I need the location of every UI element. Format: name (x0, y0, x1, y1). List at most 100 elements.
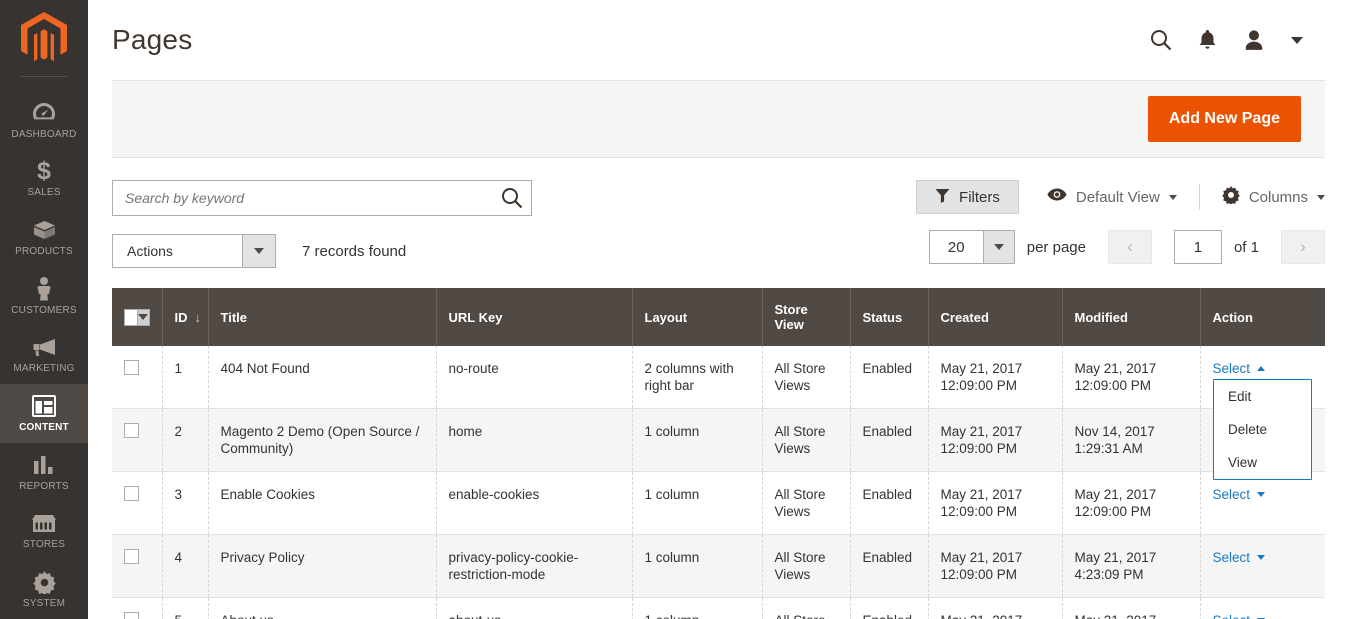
column-header-label: ID (174, 309, 188, 325)
next-page-button[interactable]: › (1281, 230, 1325, 264)
column-header-id[interactable]: ID ↓ (162, 288, 209, 346)
row-checkbox[interactable] (124, 423, 139, 438)
sidebar-item-label: CUSTOMERS (11, 304, 77, 316)
action-menu-item-edit[interactable]: Edit (1214, 380, 1311, 413)
chevron-down-icon (1257, 555, 1266, 560)
select-action-link[interactable]: Select (1213, 486, 1266, 503)
cell-action[interactable]: Select (1200, 598, 1325, 619)
sidebar-item-sales[interactable]: $ SALES (0, 150, 88, 209)
column-header-modified[interactable]: Modified (1062, 288, 1201, 346)
filters-button[interactable]: Filters (916, 180, 1019, 214)
bell-icon[interactable] (1198, 29, 1217, 51)
previous-page-button[interactable]: ‹ (1107, 230, 1152, 264)
table-row[interactable]: 5 About us about-us 1 column All Store V… (112, 597, 1325, 619)
default-view-label: Default View (1075, 188, 1160, 206)
actions-dropdown[interactable]: Actions (112, 234, 276, 268)
cell-id: 1 (162, 346, 209, 409)
default-view-dropdown[interactable]: Default View (1047, 188, 1177, 206)
cell-created: May 21, 2017 12:09:00 PM (928, 534, 1063, 598)
chevron-down-icon (1168, 194, 1177, 200)
per-page-toggle[interactable] (982, 230, 1015, 264)
user-icon[interactable] (1243, 29, 1265, 51)
table-row[interactable]: 2 Magento 2 Demo (Open Source / Communit… (112, 408, 1325, 472)
search-input[interactable] (125, 190, 501, 206)
chevron-down-icon[interactable] (1291, 36, 1303, 44)
cell-store-view: All Store Views (762, 346, 851, 409)
sidebar-item-dashboard[interactable]: DASHBOARD (0, 91, 88, 150)
column-header-status[interactable]: Status (850, 288, 929, 346)
cell-status: Enabled (850, 534, 929, 598)
cell-title: About us (208, 597, 437, 619)
column-header-layout[interactable]: Layout (632, 288, 763, 346)
row-checkbox-cell[interactable] (112, 471, 163, 535)
table-row[interactable]: 4 Privacy Policy privacy-policy-cookie-r… (112, 534, 1325, 598)
sidebar-item-stores[interactable]: STORES (0, 502, 88, 561)
page-number-input[interactable]: 1 (1173, 230, 1222, 264)
table-row[interactable]: 1 404 Not Found no-route 2 columns with … (112, 346, 1325, 409)
page-actions-bar: Add New Page (112, 80, 1325, 158)
per-page-dropdown[interactable]: 20 (928, 230, 1015, 264)
gear-icon (1222, 185, 1240, 209)
sidebar-item-marketing[interactable]: MARKETING (0, 326, 88, 385)
column-header-action: Action (1200, 288, 1325, 346)
cell-id: 2 (162, 408, 209, 472)
bar-chart-icon (33, 453, 55, 477)
cell-status: Enabled (850, 597, 929, 619)
sidebar-item-reports[interactable]: REPORTS (0, 443, 88, 502)
select-action-link[interactable]: Select (1213, 612, 1266, 619)
cell-id: 3 (162, 471, 209, 535)
table-row[interactable]: 3 Enable Cookies enable-cookies 1 column… (112, 471, 1325, 535)
cell-id: 5 (162, 597, 209, 619)
row-checkbox[interactable] (124, 360, 139, 375)
row-checkbox-cell[interactable] (112, 534, 163, 598)
dashboard-icon (32, 101, 56, 125)
page-header: Pages (88, 0, 1349, 80)
column-header-title[interactable]: Title (208, 288, 437, 346)
megaphone-icon (31, 335, 57, 359)
search-icon[interactable] (1150, 29, 1172, 51)
add-new-page-button[interactable]: Add New Page (1147, 96, 1301, 142)
select-action-link[interactable]: Select (1213, 549, 1266, 566)
cell-action[interactable]: Select (1200, 472, 1325, 535)
sidebar-item-label: MARKETING (13, 363, 75, 375)
search-icon[interactable] (501, 187, 523, 209)
sidebar: DASHBOARD $ SALES PRODUCTS CUSTOMERS MAR… (0, 0, 88, 619)
row-checkbox-cell[interactable] (112, 408, 163, 472)
sidebar-item-system[interactable]: SYSTEM (0, 560, 88, 619)
cell-action[interactable]: Select (1200, 535, 1325, 598)
action-menu-item-delete[interactable]: Delete (1214, 413, 1311, 446)
select-action-label: Select (1213, 612, 1251, 619)
columns-dropdown[interactable]: Columns (1222, 185, 1325, 209)
magento-logo-icon[interactable] (21, 12, 67, 64)
sidebar-item-products[interactable]: PRODUCTS (0, 208, 88, 267)
search-by-keyword[interactable] (112, 180, 532, 216)
column-header-select-all[interactable] (112, 288, 163, 346)
row-checkbox[interactable] (124, 486, 139, 501)
row-checkbox-cell[interactable] (112, 597, 163, 619)
sidebar-item-customers[interactable]: CUSTOMERS (0, 267, 88, 326)
cell-title: 404 Not Found (208, 346, 437, 409)
actions-dropdown-toggle[interactable] (242, 234, 276, 268)
select-all-checkbox[interactable] (124, 308, 138, 326)
cell-id: 4 (162, 534, 209, 598)
column-header-url-key[interactable]: URL Key (436, 288, 633, 346)
action-dropdown-menu[interactable]: Edit Delete View (1213, 379, 1312, 480)
action-menu-item-view[interactable]: View (1214, 446, 1311, 479)
select-all-dropdown-toggle[interactable] (137, 308, 150, 326)
admin-page: DASHBOARD $ SALES PRODUCTS CUSTOMERS MAR… (0, 0, 1349, 619)
per-page-value: 20 (928, 230, 983, 264)
row-checkbox[interactable] (124, 549, 139, 564)
sidebar-item-content[interactable]: CONTENT (0, 384, 88, 443)
row-checkbox-cell[interactable] (112, 346, 163, 409)
cell-url-key: no-route (436, 346, 633, 409)
column-header-created[interactable]: Created (928, 288, 1063, 346)
column-header-store-view[interactable]: Store View (762, 288, 851, 346)
row-checkbox[interactable] (124, 612, 139, 619)
cell-title: Magento 2 Demo (Open Source / Community) (208, 408, 437, 472)
select-action-link[interactable]: Select (1213, 360, 1266, 377)
sidebar-item-label: SYSTEM (22, 598, 66, 610)
cell-created: May 21, 2017 12:09:00 PM (928, 346, 1063, 409)
cell-url-key: about-us (436, 597, 633, 619)
gear-icon (32, 570, 56, 594)
sort-descending-icon: ↓ (194, 309, 202, 325)
